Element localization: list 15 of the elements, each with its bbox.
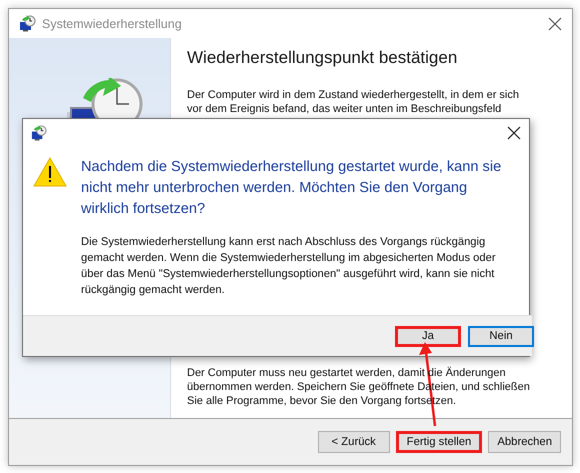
warning-icon (33, 157, 67, 187)
dialog-button[interactable]: Ja (395, 326, 461, 346)
window-title: Systemwiederherstellung (42, 16, 182, 30)
wizard-button[interactable]: Abbrechen (488, 431, 561, 453)
wizard-button[interactable]: Fertig stellen (396, 431, 482, 453)
dialog-button[interactable]: Nein (468, 326, 534, 346)
app-icon (19, 15, 36, 32)
app-icon (31, 125, 47, 141)
page-heading: Wiederherstellungspunkt bestätigen (187, 48, 458, 68)
dialog-question: Nachdem die Systemwiederherstellung gestartet wurde, kann sie nicht mehr unterbrochen werden. Möchten Sie den Vorgang wirklich fortsetzen? (81, 158, 502, 219)
dialog-message: Die Systemwiederherstellung kann erst nach Abschluss des Vorgangs rückgängig gemacht werden. Wenn die Systemwiederherstellung im abgesicherten Modus oder über das Menü "Systemwiederherstellungsoptionen" ausgeführt wird, kann sie nicht rückgängig gemacht werden. (81, 235, 497, 298)
description-text: Der Computer wird in dem Zustand wiederhergestellt, in dem er sich vor dem Ereignis befand, das weiter unten im Beschreibungsfeld (187, 88, 520, 116)
close-icon (548, 16, 562, 30)
close-icon (507, 126, 521, 140)
wizard-button[interactable]: < Zurück (318, 431, 390, 453)
